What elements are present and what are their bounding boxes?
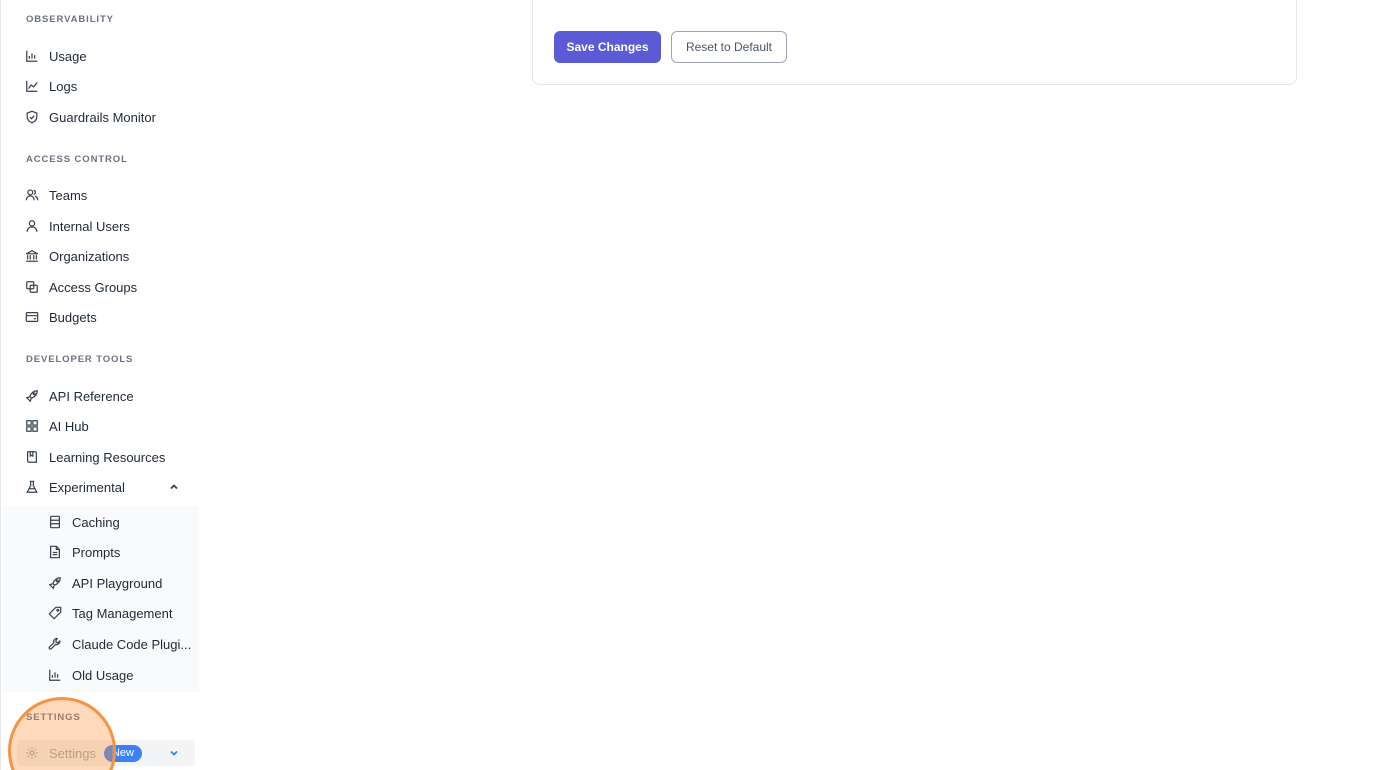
sidebar-item-ai-hub[interactable]: AI Hub — [1, 411, 200, 441]
sidebar-item-caching[interactable]: Caching — [2, 507, 199, 537]
sidebar-item-guardrails-monitor[interactable]: Guardrails Monitor — [1, 102, 200, 132]
rocket-icon — [25, 389, 39, 403]
sidebar-item-label: Guardrails Monitor — [49, 109, 156, 125]
sidebar-item-internal-users[interactable]: Internal Users — [1, 211, 200, 241]
section-title-observability: OBSERVABILITY — [26, 14, 114, 25]
sidebar-item-usage[interactable]: Usage — [1, 41, 200, 71]
database-icon — [48, 515, 62, 529]
sidebar-item-budgets[interactable]: Budgets — [1, 302, 200, 332]
new-badge: New — [103, 744, 142, 762]
line-chart-icon — [25, 79, 39, 93]
chevron-down-icon[interactable] — [168, 747, 180, 759]
sidebar-item-old-usage[interactable]: Old Usage — [2, 660, 199, 690]
sidebar-item-label: Prompts — [72, 544, 121, 560]
rocket-icon — [48, 576, 62, 590]
book-icon — [25, 450, 39, 464]
bar-chart-icon — [48, 668, 62, 682]
sidebar-item-label: Internal Users — [49, 218, 130, 234]
sidebar-item-label: Caching — [72, 514, 120, 530]
save-changes-button[interactable]: Save Changes — [554, 31, 661, 63]
sidebar-item-api-reference[interactable]: API Reference — [1, 381, 200, 411]
section-title-settings: SETTINGS — [26, 712, 81, 723]
copy-icon — [25, 280, 39, 294]
sidebar: OBSERVABILITY Usage Logs Guardrails Moni… — [0, 0, 199, 770]
sidebar-item-label: Teams — [49, 187, 88, 203]
sidebar-item-prompts[interactable]: Prompts — [2, 537, 199, 567]
sidebar-item-label: Old Usage — [72, 667, 134, 683]
sidebar-item-label: Organizations — [49, 248, 130, 264]
sidebar-item-label: Learning Resources — [49, 449, 166, 465]
chevron-up-icon[interactable] — [168, 481, 180, 493]
users-icon — [25, 188, 39, 202]
bar-chart-icon — [25, 49, 39, 63]
sidebar-item-label: Budgets — [49, 309, 97, 325]
reset-to-default-button[interactable]: Reset to Default — [671, 31, 787, 63]
sidebar-item-label: Access Groups — [49, 279, 138, 295]
shield-check-icon — [25, 110, 39, 124]
sidebar-item-teams[interactable]: Teams — [1, 180, 200, 210]
sidebar-item-tag-management[interactable]: Tag Management — [2, 598, 199, 628]
sidebar-item-claude-code-plugin[interactable]: Claude Code Plugi... — [2, 629, 199, 659]
gear-icon — [25, 746, 39, 760]
wrench-icon — [48, 637, 62, 651]
sidebar-item-organizations[interactable]: Organizations — [1, 241, 200, 271]
sidebar-item-label: Tag Management — [72, 605, 173, 621]
experimental-submenu: Caching Prompts API Playground Tag Manag… — [2, 506, 199, 692]
credit-card-icon — [25, 310, 39, 324]
sidebar-item-label: Settings — [49, 745, 96, 761]
sidebar-item-label: API Reference — [49, 388, 134, 404]
tag-icon — [48, 606, 62, 620]
sidebar-item-api-playground[interactable]: API Playground — [2, 568, 199, 598]
section-title-access-control: ACCESS CONTROL — [26, 154, 128, 165]
sidebar-item-access-groups[interactable]: Access Groups — [1, 272, 200, 302]
sidebar-item-label: Experimental — [49, 479, 125, 495]
flask-icon — [25, 480, 39, 494]
user-icon — [25, 219, 39, 233]
grid-icon — [25, 419, 39, 433]
bank-icon — [25, 249, 39, 263]
sidebar-item-logs[interactable]: Logs — [1, 71, 200, 101]
sidebar-item-label: Usage — [49, 48, 87, 64]
sidebar-item-learning-resources[interactable]: Learning Resources — [1, 442, 200, 472]
sidebar-item-label: AI Hub — [49, 418, 89, 434]
sidebar-item-settings[interactable]: Settings New — [17, 740, 195, 766]
sidebar-item-label: API Playground — [72, 575, 163, 591]
section-title-developer-tools: DEVELOPER TOOLS — [26, 354, 134, 365]
sidebar-item-label: Logs — [49, 78, 78, 94]
sidebar-item-experimental[interactable]: Experimental — [1, 472, 200, 502]
file-text-icon — [48, 545, 62, 559]
sidebar-item-label: Claude Code Plugi... — [72, 636, 192, 652]
